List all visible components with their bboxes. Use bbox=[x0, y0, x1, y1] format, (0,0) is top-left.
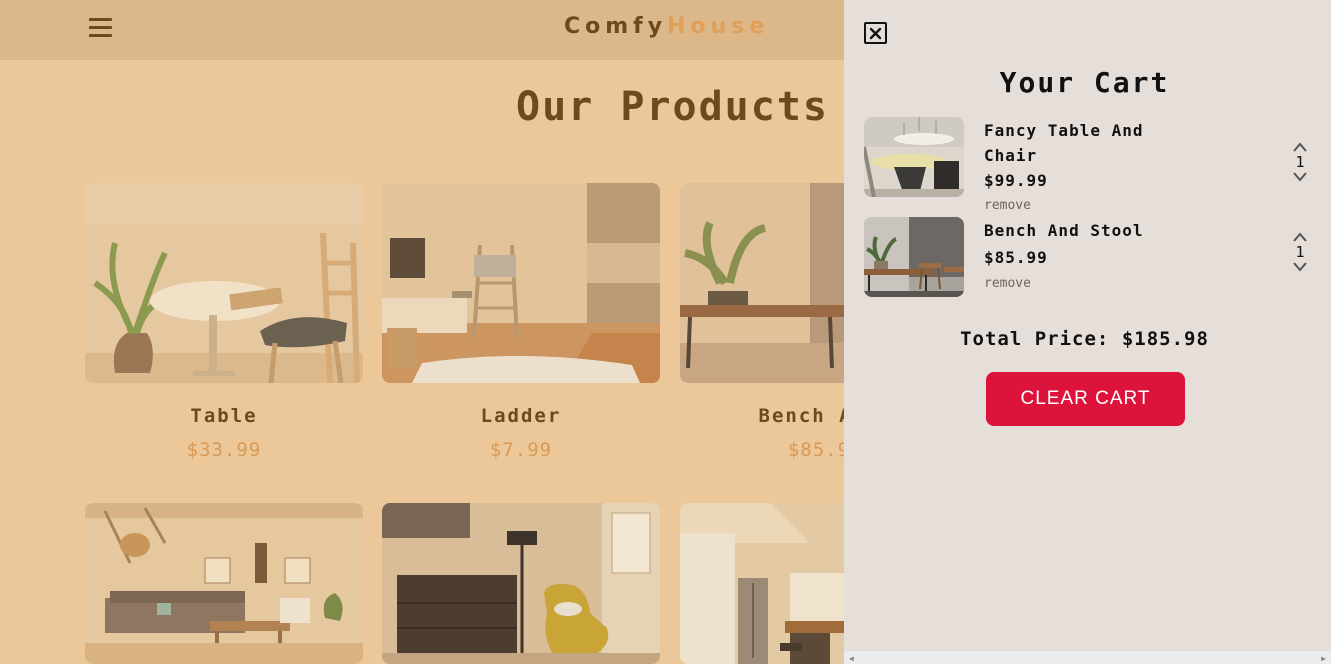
chevron-up-icon[interactable] bbox=[1292, 141, 1308, 153]
scroll-left-icon[interactable]: ◀ bbox=[849, 654, 854, 663]
cart-item-title: Bench And Stool bbox=[984, 221, 1144, 240]
product-card[interactable]: Table $33.99 bbox=[85, 183, 363, 461]
logo-part-comfy: Comfy bbox=[564, 14, 668, 39]
remove-button[interactable]: remove bbox=[984, 276, 1031, 291]
product-card[interactable] bbox=[85, 503, 363, 664]
quantity-value: 1 bbox=[1295, 243, 1305, 261]
logo-part-house: House bbox=[667, 14, 770, 39]
scroll-right-icon[interactable]: ▶ bbox=[1321, 654, 1326, 663]
quantity-stepper: 1 bbox=[1292, 141, 1308, 183]
cart-item: Fancy Table And Chair $99.99 remove 1 bbox=[864, 117, 1324, 213]
clear-cart-button[interactable]: CLEAR CART bbox=[986, 372, 1185, 426]
product-price: $7.99 bbox=[489, 439, 553, 461]
cart-item-price: $99.99 bbox=[984, 171, 1048, 190]
product-card[interactable]: Ladder $7.99 bbox=[382, 183, 660, 461]
cart-panel: Your Cart Fancy Table And Chair $99.99 r… bbox=[844, 0, 1331, 664]
logo[interactable]: ComfyHouse bbox=[564, 14, 769, 39]
chevron-up-icon[interactable] bbox=[1292, 231, 1308, 243]
cart-item-title: Fancy Table And Chair bbox=[984, 121, 1144, 165]
cart-title: Your Cart bbox=[999, 66, 1170, 99]
product-name: Ladder bbox=[480, 405, 562, 427]
cart-item-image bbox=[864, 217, 964, 297]
product-price: $33.99 bbox=[186, 439, 262, 461]
close-icon[interactable] bbox=[864, 22, 887, 44]
quantity-value: 1 bbox=[1295, 153, 1305, 171]
total-value: $185.98 bbox=[1121, 328, 1209, 350]
product-name: Table bbox=[190, 405, 258, 427]
chevron-down-icon[interactable] bbox=[1292, 261, 1308, 273]
total-label: Total Price: bbox=[960, 328, 1110, 350]
cart-item-image bbox=[864, 117, 964, 197]
horizontal-scrollbar[interactable]: ◀ ▶ bbox=[844, 650, 1331, 664]
page-title: Our Products bbox=[516, 84, 829, 130]
quantity-stepper: 1 bbox=[1292, 231, 1308, 273]
cart-total: Total Price: $185.98 bbox=[844, 328, 1325, 350]
remove-button[interactable]: remove bbox=[984, 198, 1031, 213]
chevron-down-icon[interactable] bbox=[1292, 171, 1308, 183]
hamburger-icon[interactable] bbox=[89, 17, 113, 39]
cart-item: Bench And Stool $85.99 remove 1 bbox=[864, 217, 1324, 297]
cart-item-price: $85.99 bbox=[984, 248, 1048, 267]
product-image[interactable] bbox=[382, 183, 660, 383]
product-image[interactable] bbox=[85, 503, 363, 664]
product-card[interactable] bbox=[382, 503, 660, 664]
product-image[interactable] bbox=[382, 503, 660, 664]
product-image[interactable] bbox=[85, 183, 363, 383]
